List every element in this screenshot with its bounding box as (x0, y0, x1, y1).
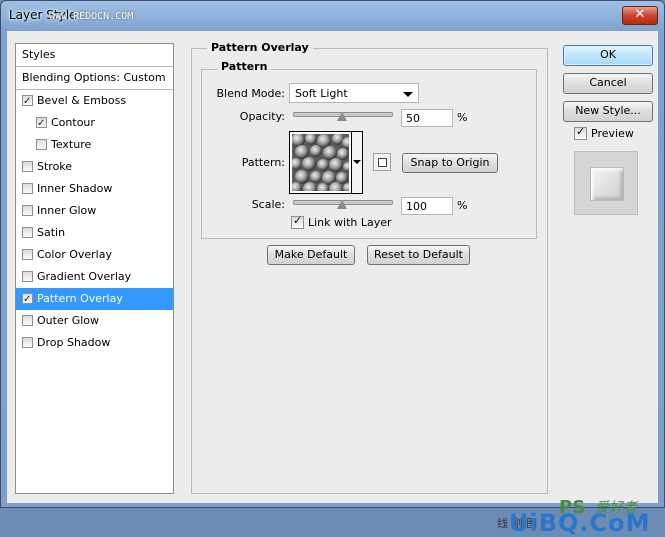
style-item-label: Drop Shadow (37, 336, 111, 349)
style-item-checkbox[interactable] (22, 205, 33, 216)
pattern-group-title: Pattern (217, 60, 272, 73)
preview-label: Preview (591, 127, 634, 140)
pattern-thumbnail (292, 134, 349, 191)
style-item-checkbox[interactable] (22, 183, 33, 194)
style-item-label: Satin (37, 226, 66, 239)
pattern-overlay-title: Pattern Overlay (207, 41, 313, 54)
style-item-label: Texture (51, 138, 92, 151)
styles-list: Styles Blending Options: Custom Bevel & … (15, 43, 174, 494)
reset-to-default-label: Reset to Default (374, 248, 463, 261)
preview-checkbox[interactable] (574, 125, 587, 140)
style-item-label: Bevel & Emboss (37, 94, 127, 107)
scale-input[interactable]: 100 (401, 197, 453, 215)
snap-to-origin-button[interactable]: Snap to Origin (402, 153, 498, 173)
scale-slider-thumb[interactable] (337, 200, 347, 209)
close-button[interactable]: ✕ (622, 6, 658, 25)
style-item-satin[interactable]: Satin (16, 222, 173, 244)
style-item-gradient-overlay[interactable]: Gradient Overlay (16, 266, 173, 288)
style-item-checkbox[interactable] (22, 315, 33, 326)
watermark-brand: UiBQ.CoM (509, 509, 651, 537)
blend-mode-value: Soft Light (295, 87, 348, 100)
style-item-contour[interactable]: Contour (16, 112, 173, 135)
blending-options-item[interactable]: Blending Options: Custom (16, 67, 173, 90)
style-item-inner-shadow[interactable]: Inner Shadow (16, 178, 173, 200)
style-item-label: Inner Shadow (37, 182, 113, 195)
style-item-checkbox[interactable] (22, 161, 33, 172)
snap-to-origin-label: Snap to Origin (410, 156, 490, 169)
opacity-slider-thumb[interactable] (337, 112, 347, 121)
style-item-label: Contour (51, 116, 95, 129)
opacity-input[interactable]: 50 (401, 109, 453, 127)
styles-label: Styles (22, 48, 56, 61)
style-item-stroke[interactable]: Stroke (16, 156, 173, 178)
ok-button[interactable]: OK (563, 45, 653, 66)
style-item-drop-shadow[interactable]: Drop Shadow (16, 332, 173, 354)
scale-unit: % (457, 199, 468, 212)
pattern-swatch[interactable] (289, 131, 352, 194)
blend-mode-select[interactable]: Soft Light (289, 83, 419, 103)
style-item-checkbox[interactable] (22, 289, 33, 311)
blending-options-label: Blending Options: Custom (22, 71, 166, 84)
style-item-pattern-overlay[interactable]: Pattern Overlay (16, 288, 173, 311)
style-item-label: Outer Glow (37, 314, 100, 327)
ok-label: OK (600, 48, 616, 61)
styles-header[interactable]: Styles (16, 44, 173, 67)
cancel-button[interactable]: Cancel (563, 73, 653, 94)
opacity-label: Opacity: (239, 110, 285, 123)
link-with-layer-label: Link with Layer (308, 216, 392, 229)
close-icon: ✕ (634, 7, 646, 22)
style-item-checkbox[interactable] (22, 91, 33, 113)
style-item-checkbox[interactable] (22, 337, 33, 348)
style-item-color-overlay[interactable]: Color Overlay (16, 244, 173, 266)
watermark-url: www.REDOCN.COM (49, 11, 134, 22)
scale-value: 100 (406, 200, 427, 213)
scale-label: Scale: (251, 198, 285, 211)
pattern-label: Pattern: (241, 156, 285, 169)
style-item-checkbox[interactable] (22, 249, 33, 260)
style-item-label: Color Overlay (37, 248, 112, 261)
preview-swatch (590, 167, 624, 201)
style-item-texture[interactable]: Texture (16, 134, 173, 156)
style-item-inner-glow[interactable]: Inner Glow (16, 200, 173, 222)
link-with-layer-checkbox[interactable] (291, 214, 304, 229)
opacity-value: 50 (406, 112, 420, 125)
pattern-picker-dropdown[interactable] (352, 131, 363, 194)
style-item-checkbox[interactable] (22, 227, 33, 238)
new-preset-icon[interactable] (373, 153, 391, 171)
style-item-checkbox[interactable] (22, 271, 33, 282)
reset-to-default-button[interactable]: Reset to Default (367, 245, 470, 265)
opacity-unit: % (457, 111, 468, 124)
style-item-label: Inner Glow (37, 204, 97, 217)
style-item-bevel-emboss[interactable]: Bevel & Emboss (16, 90, 173, 113)
style-item-checkbox[interactable] (36, 113, 47, 135)
style-item-outer-glow[interactable]: Outer Glow (16, 310, 173, 332)
make-default-label: Make Default (274, 248, 348, 261)
style-item-checkbox[interactable] (36, 139, 47, 150)
style-preview-thumbnail (574, 151, 638, 215)
cancel-label: Cancel (589, 76, 627, 89)
layer-style-window: Layer Style www.REDOCN.COM ✕ Styles Blen… (0, 0, 665, 537)
style-item-label: Gradient Overlay (37, 270, 132, 283)
new-style-label: New Style... (575, 104, 641, 117)
chevron-down-icon (403, 92, 413, 97)
blend-mode-label: Blend Mode: (216, 87, 286, 100)
dialog-body: Styles Blending Options: Custom Bevel & … (7, 31, 658, 537)
make-default-button[interactable]: Make Default (267, 245, 355, 265)
style-item-label: Pattern Overlay (37, 292, 123, 305)
new-style-button[interactable]: New Style... (563, 101, 653, 122)
style-item-label: Stroke (37, 160, 73, 173)
title-bar[interactable]: Layer Style www.REDOCN.COM ✕ (1, 1, 664, 31)
